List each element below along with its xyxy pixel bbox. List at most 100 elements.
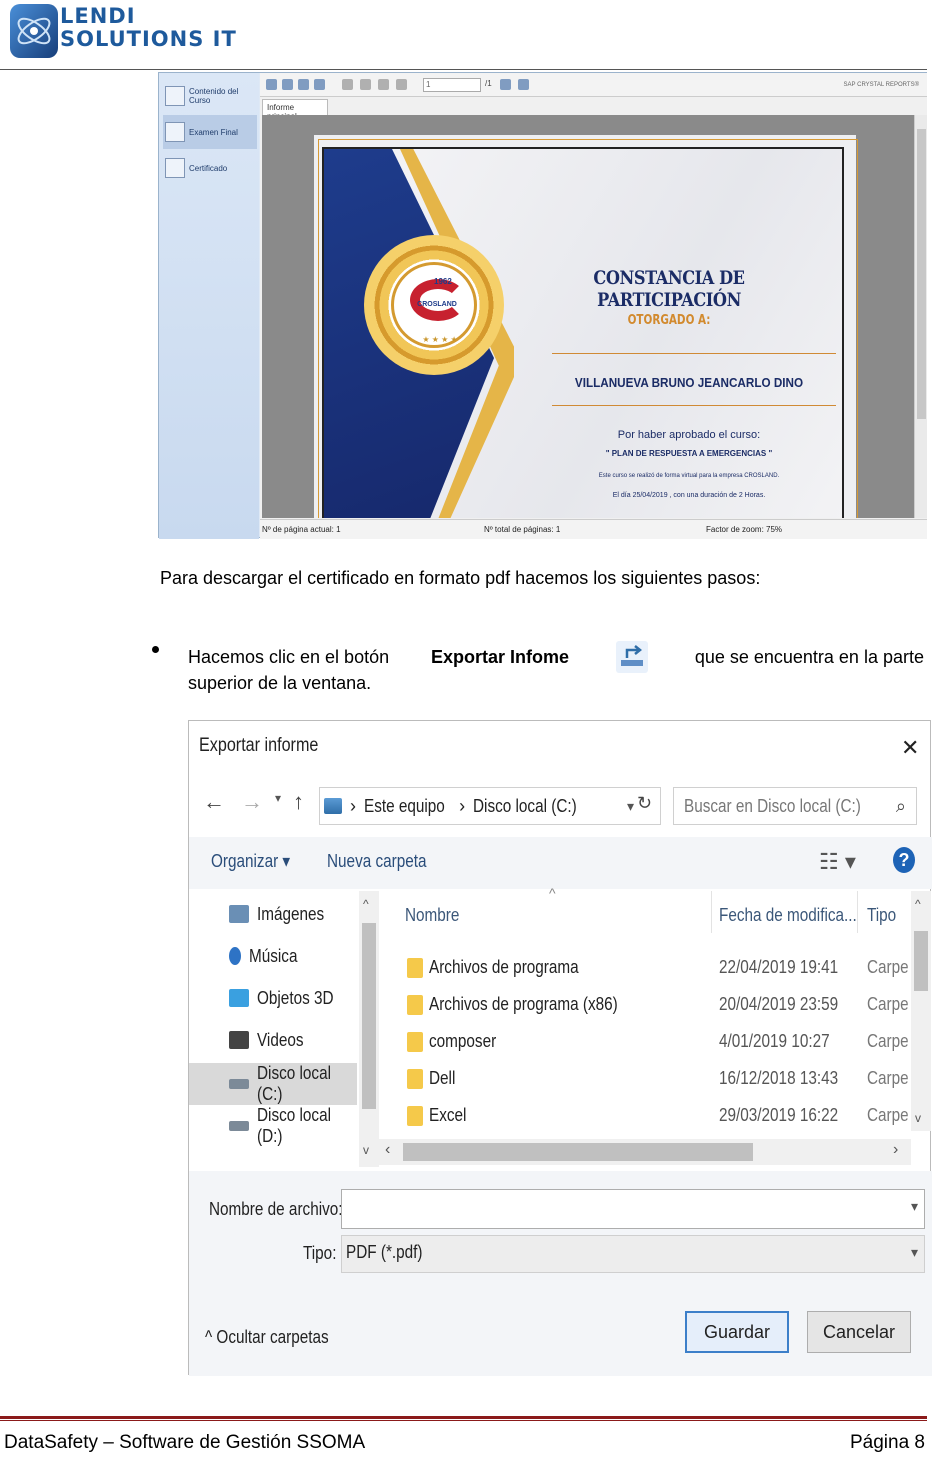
pictures-icon: [229, 905, 249, 923]
column-separator[interactable]: [857, 891, 858, 933]
search-icon: ⌕: [895, 795, 906, 816]
file-row[interactable]: Archivos de programa 22/04/2019 19:41 Carp…: [379, 949, 909, 986]
filename-input[interactable]: ▾: [341, 1189, 925, 1229]
view-options-icon[interactable]: ☷ ▾: [819, 849, 856, 875]
report-vertical-scrollbar[interactable]: [914, 115, 927, 518]
chevron-down-icon[interactable]: ▾: [911, 1244, 918, 1261]
crosland-seal: 1962 CROSLAND ★ ★ ★ ★: [364, 235, 504, 375]
bullet-text-pre: Hacemos clic en el botón: [188, 646, 390, 667]
sidebar-item-examen[interactable]: Examen Final: [163, 115, 257, 149]
header-divider: [0, 69, 927, 70]
folder-icon: [407, 1106, 423, 1126]
file-list-vertical-scrollbar[interactable]: ^ v: [911, 891, 931, 1131]
scroll-down-icon[interactable]: v: [363, 1143, 369, 1157]
back-arrow-icon[interactable]: ←: [203, 789, 225, 815]
help-icon[interactable]: ?: [893, 847, 915, 873]
nav-item-imagenes[interactable]: Imágenes: [189, 893, 357, 935]
prev-page-icon[interactable]: [360, 79, 371, 90]
first-page-icon[interactable]: [342, 79, 353, 90]
nav-item-label: Disco local (D:): [257, 1105, 331, 1146]
file-row[interactable]: Archivos de programa (x86) 20/04/2019 23:…: [379, 986, 909, 1023]
breadcrumb-separator-icon: ›: [459, 795, 466, 816]
file-type: Carpeta: [867, 1105, 908, 1125]
hide-folders-button[interactable]: ^ Ocultar carpetas: [205, 1327, 329, 1348]
logo-text-lendi: LENDI: [60, 4, 136, 28]
scroll-right-icon[interactable]: ›: [893, 1141, 898, 1159]
sidebar-item-certificado[interactable]: Certificado: [163, 151, 257, 185]
scroll-up-icon[interactable]: ^: [363, 897, 369, 911]
close-icon[interactable]: ✕: [901, 735, 919, 761]
nav-item-disco-d[interactable]: Disco local (D:): [189, 1105, 357, 1147]
up-arrow-icon[interactable]: ↑: [293, 789, 304, 815]
sidebar-item-label: Certificado: [189, 163, 228, 173]
copy-icon[interactable]: [314, 79, 325, 90]
address-dropdown-chevron-icon[interactable]: ▾: [627, 798, 634, 815]
organize-button[interactable]: Organizar ▾: [211, 851, 290, 872]
breadcrumb-este-equipo[interactable]: Este equipo: [364, 796, 445, 817]
print-icon[interactable]: [282, 79, 293, 90]
refresh-icon[interactable]: ↻: [637, 793, 652, 814]
scrollbar-thumb[interactable]: [362, 923, 376, 1109]
dialog-navbar: ← → ▾ ↑ › Este equipo › Disco local (C:)…: [189, 779, 932, 831]
cancel-button[interactable]: Cancelar: [807, 1311, 911, 1353]
filetype-select[interactable]: PDF (*.pdf) ▾: [341, 1235, 925, 1273]
nav-item-musica[interactable]: Música: [189, 935, 357, 977]
sidebar-item-contenido[interactable]: Contenido del Curso: [163, 79, 257, 113]
file-list-horizontal-scrollbar[interactable]: ‹ ›: [379, 1139, 911, 1165]
scroll-up-icon[interactable]: ^: [915, 897, 921, 911]
scrollbar-thumb[interactable]: [403, 1143, 753, 1161]
new-folder-button[interactable]: Nueva carpeta: [327, 851, 427, 872]
recent-locations-chevron-icon[interactable]: ▾: [275, 791, 281, 805]
seal-ring: 1962 CROSLAND ★ ★ ★ ★: [391, 262, 477, 348]
next-page-icon[interactable]: [378, 79, 389, 90]
file-row[interactable]: Excel 29/03/2019 16:22 Carpeta: [379, 1097, 909, 1134]
certificate-por-haber: Por haber aprobado el curso:: [617, 429, 761, 441]
sidebar-item-label: Contenido del Curso: [189, 87, 239, 105]
certificate-otorgado: OTORGADO A:: [627, 313, 711, 328]
forward-arrow-icon[interactable]: →: [241, 789, 263, 815]
page-number-input[interactable]: 1: [423, 78, 481, 92]
tab-informe-principal[interactable]: Informe principal: [262, 99, 328, 121]
nav-item-disco-c[interactable]: Disco local (C:): [189, 1063, 357, 1105]
file-row[interactable]: composer 4/01/2019 10:27 Carpeta: [379, 1023, 909, 1060]
search-input[interactable]: Buscar en Disco local (C:) ⌕: [673, 787, 917, 825]
file-date: 22/04/2019 19:41: [719, 957, 839, 977]
column-header-tipo[interactable]: Tipo: [867, 905, 896, 926]
report-toolbar: 1 /1 SAP CRYSTAL REPORTS®: [260, 73, 927, 97]
navigation-pane-scrollbar[interactable]: ^ v: [359, 891, 379, 1167]
file-list: ^ Nombre Fecha de modifica... Tipo Archi…: [379, 885, 932, 1167]
bullet-text-bold: Exportar Infome: [431, 646, 570, 667]
zoom-icon[interactable]: [518, 79, 529, 90]
address-bar[interactable]: › Este equipo › Disco local (C:) ▾: [319, 787, 661, 825]
drive-d-icon: [229, 1121, 249, 1131]
column-header-fecha[interactable]: Fecha de modifica...: [719, 905, 857, 926]
footer-divider: [0, 1416, 927, 1419]
column-header-nombre[interactable]: Nombre: [405, 905, 459, 926]
scroll-left-icon[interactable]: ‹: [385, 1141, 390, 1159]
file-row[interactable]: Dell 16/12/2018 13:43 Carpeta: [379, 1060, 909, 1097]
scrollbar-thumb[interactable]: [914, 931, 928, 991]
nav-item-objetos-3d[interactable]: Objetos 3D: [189, 977, 357, 1019]
scroll-down-icon[interactable]: v: [915, 1111, 921, 1125]
scrollbar-thumb[interactable]: [917, 129, 926, 419]
file-name: Archivos de programa (x86): [429, 994, 618, 1014]
sidebar-item-label: Examen Final: [189, 127, 238, 137]
last-page-icon[interactable]: [396, 79, 407, 90]
course-content-icon: [165, 86, 185, 106]
breadcrumb-disco-c[interactable]: Disco local (C:): [473, 796, 577, 817]
chevron-down-icon[interactable]: ▾: [911, 1198, 918, 1215]
column-separator[interactable]: [711, 891, 712, 933]
nav-item-videos[interactable]: Videos: [189, 1019, 357, 1061]
status-zoom: Factor de zoom: 75%: [706, 525, 783, 534]
chevron-up-icon: ^: [205, 1327, 217, 1347]
report-viewer-screenshot: Contenido del Curso Examen Final Certifi…: [158, 72, 927, 539]
save-button[interactable]: Guardar: [685, 1311, 789, 1353]
nav-item-label: Objetos 3D: [257, 987, 334, 1008]
file-date: 16/12/2018 13:43: [719, 1068, 839, 1088]
find-icon[interactable]: [500, 79, 511, 90]
refresh-icon[interactable]: [298, 79, 309, 90]
certificate-recipient: VILLANUEVA BRUNO JEANCARLO DINO: [574, 375, 804, 390]
certificate-date: El día 25/04/2019 , con una duración de …: [612, 492, 766, 499]
export-icon[interactable]: [266, 79, 277, 90]
file-date: 29/03/2019 16:22: [719, 1105, 839, 1125]
